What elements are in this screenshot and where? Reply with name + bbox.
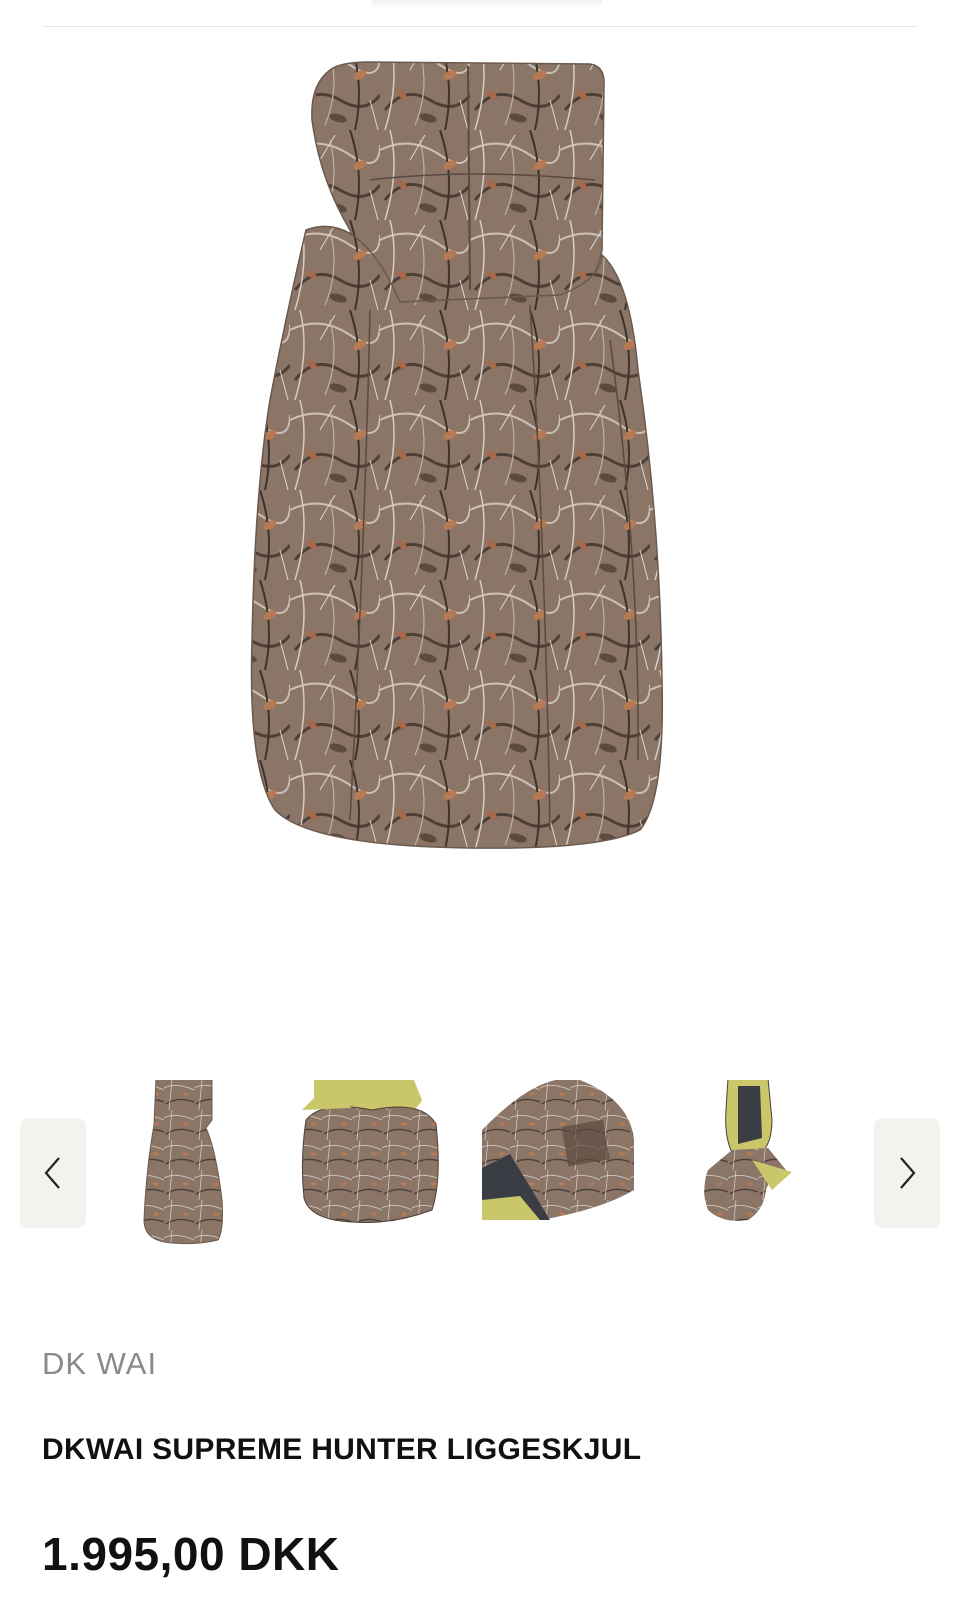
chevron-right-icon: [900, 1157, 916, 1189]
gallery-next-button[interactable]: [874, 1118, 940, 1228]
gallery-thumbnail[interactable]: [480, 1080, 640, 1270]
product-brand[interactable]: DK WAI: [42, 1344, 157, 1384]
chevron-left-icon: [44, 1157, 60, 1189]
thumbnail-image-3: [482, 1080, 634, 1220]
gallery-thumbnail[interactable]: [292, 1080, 452, 1270]
gallery-thumbnail[interactable]: [104, 1080, 264, 1270]
product-price: 1.995,00 DKK: [42, 1528, 340, 1580]
top-tab-hint: [372, 0, 602, 8]
gallery-prev-button[interactable]: [20, 1118, 86, 1228]
thumbnail-image-2: [301, 1080, 439, 1223]
main-product-image[interactable]: [200, 40, 760, 900]
thumbnail-image-1: [143, 1080, 223, 1245]
thumbnail-gallery: [0, 1080, 960, 1270]
product-title: DKWAI SUPREME HUNTER LIGGESKJUL: [42, 1433, 642, 1466]
top-divider: [42, 26, 918, 27]
gallery-thumbnail[interactable]: [668, 1080, 828, 1270]
thumbnail-image-4: [704, 1080, 792, 1221]
main-product-image-drawing: [250, 61, 664, 849]
